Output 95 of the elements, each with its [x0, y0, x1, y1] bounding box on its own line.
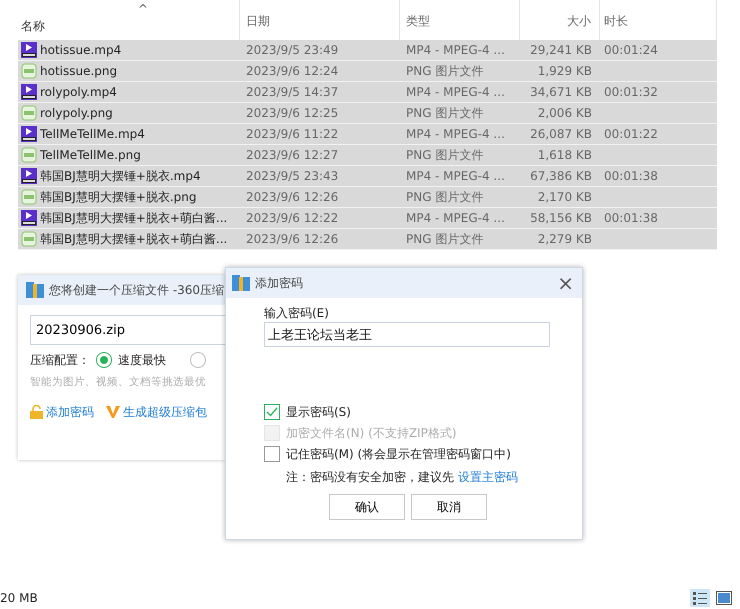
- file-size: 1,929 KB: [536, 63, 593, 80]
- file-type: MP4 - MPEG-4 ...: [405, 210, 506, 227]
- file-date: 2023/9/6 12:24: [245, 63, 340, 80]
- file-duration: 00:01:38: [604, 211, 658, 225]
- file-row[interactable]: TellMeTellMe.mp4 2023/9/6 11:22 MP4 - MPEG-4 ... 26,087 KB 00:01:22: [18, 124, 717, 145]
- large-icons-view-icon: [716, 591, 732, 605]
- file-type: MP4 - MPEG-4 ...: [405, 42, 506, 59]
- file-date: 2023/9/6 12:25: [245, 105, 340, 122]
- file-duration: 00:01:24: [604, 43, 658, 57]
- image-file-icon: [21, 231, 37, 247]
- file-date: 2023/9/6 12:26: [245, 189, 340, 206]
- checkbox-label: 加密文件名(N) (不支持ZIP格式): [286, 425, 457, 442]
- archive-icon: [232, 275, 250, 291]
- file-name: hotissue.png: [40, 63, 118, 80]
- file-type: PNG 图片文件: [405, 105, 484, 122]
- file-name: TellMeTellMe.mp4: [40, 126, 145, 143]
- archive-icon: [26, 282, 44, 298]
- checkbox[interactable]: [264, 446, 280, 462]
- file-size: 34,671 KB: [529, 84, 593, 101]
- file-size: 67,386 KB: [529, 168, 593, 185]
- file-row[interactable]: rolypoly.mp4 2023/9/5 14:37 MP4 - MPEG-4 ... 34,671 KB 00:01:32: [18, 82, 717, 103]
- file-name: TellMeTellMe.png: [40, 147, 141, 164]
- sort-arrow: ^: [138, 1, 148, 18]
- video-file-icon: [21, 84, 37, 100]
- file-row[interactable]: hotissue.mp4 2023/9/5 23:49 MP4 - MPEG-4 ... 29,241 KB 00:01:24: [18, 40, 717, 61]
- file-size: 1,618 KB: [536, 147, 593, 164]
- file-type: MP4 - MPEG-4 ...: [405, 168, 506, 185]
- lock-icon: [30, 404, 43, 419]
- video-file-icon: [21, 168, 37, 184]
- file-duration: 00:01:32: [604, 85, 658, 99]
- file-row[interactable]: TellMeTellMe.png 2023/9/6 12:27 PNG 图片文件 1,618 KB: [18, 145, 717, 166]
- v-logo-icon: [106, 404, 120, 419]
- file-row[interactable]: 韩国BJ慧明大摆锤+脱衣+萌白酱... 2023/9/6 12:22 MP4 - MPEG-4 ... 58,156 KB 00:01:38: [18, 208, 717, 229]
- file-name: 韩国BJ慧明大摆锤+脱衣.png: [40, 189, 196, 206]
- radio-label: 速度最快: [118, 352, 166, 369]
- password-field[interactable]: 上老王论坛当老王: [264, 322, 550, 347]
- file-size: 29,241 KB: [529, 42, 593, 59]
- video-file-icon: [21, 210, 37, 226]
- file-date: 2023/9/6 12:26: [245, 231, 340, 248]
- note-text: 注：密码没有安全加密，建议先: [286, 470, 455, 484]
- dialog-title: 添加密码: [255, 275, 304, 292]
- file-type: PNG 图片文件: [405, 63, 484, 80]
- file-duration: 00:01:22: [604, 127, 658, 141]
- file-type: MP4 - MPEG-4 ...: [405, 84, 506, 101]
- file-name: rolypoly.mp4: [40, 84, 117, 101]
- file-type: PNG 图片文件: [405, 189, 484, 206]
- file-date: 2023/9/6 12:27: [245, 147, 340, 164]
- file-date: 2023/9/5 14:37: [245, 84, 340, 101]
- config-label: 压缩配置：: [30, 352, 90, 369]
- file-size: 26,087 KB: [529, 126, 593, 143]
- checkbox-label: 显示密码(S): [286, 404, 351, 421]
- details-view-icon: [690, 589, 710, 607]
- file-size: 58,156 KB: [529, 210, 593, 227]
- file-duration: 00:01:38: [604, 169, 658, 183]
- file-name: 韩国BJ慧明大摆锤+脱衣+萌白酱...: [40, 210, 228, 227]
- file-row[interactable]: rolypoly.png 2023/9/6 12:25 PNG 图片文件 2,006 KB: [18, 103, 717, 124]
- file-type: MP4 - MPEG-4 ...: [405, 126, 506, 143]
- file-name: hotissue.mp4: [40, 42, 122, 59]
- dialog-link[interactable]: 添加密码: [46, 402, 94, 421]
- radio-button[interactable]: [96, 352, 112, 368]
- file-row[interactable]: hotissue.png 2023/9/6 12:24 PNG 图片文件 1,929 KB: [18, 61, 717, 82]
- video-file-icon: [21, 126, 37, 142]
- status-text: 20 MB: [0, 590, 39, 607]
- hint-text: 智能为图片、视频、文档等挑选最优: [30, 375, 206, 390]
- file-name: rolypoly.png: [40, 105, 113, 122]
- dialog-button[interactable]: 确认: [329, 494, 405, 520]
- field-label: 输入密码(E): [264, 305, 330, 322]
- image-file-icon: [21, 147, 37, 163]
- radio-button[interactable]: [190, 352, 206, 368]
- dialog-title: 您将创建一个压缩文件 -360压缩: [49, 282, 224, 299]
- file-size: 2,170 KB: [536, 189, 593, 206]
- image-file-icon: [21, 105, 37, 121]
- image-file-icon: [21, 63, 37, 79]
- file-size: 2,006 KB: [536, 105, 593, 122]
- file-type: PNG 图片文件: [405, 231, 484, 248]
- file-size: 2,279 KB: [536, 231, 593, 248]
- checkbox-label: 记住密码(M) (将会显示在管理密码窗口中): [286, 446, 511, 463]
- file-row[interactable]: 韩国BJ慧明大摆锤+脱衣.mp4 2023/9/5 23:43 MP4 - MPEG-4 ... 67,386 KB 00:01:38: [18, 166, 717, 187]
- video-file-icon: [21, 42, 37, 58]
- file-date: 2023/9/6 11:22: [245, 126, 340, 143]
- file-date: 2023/9/6 12:22: [245, 210, 340, 227]
- image-file-icon: [21, 189, 37, 205]
- file-type: PNG 图片文件: [405, 147, 484, 164]
- dialog-button[interactable]: 取消: [411, 494, 487, 520]
- filename-field[interactable]: 20230906.zip: [30, 315, 225, 345]
- file-name: 韩国BJ慧明大摆锤+脱衣+萌白酱...: [40, 231, 228, 248]
- close-button[interactable]: ×: [549, 273, 582, 293]
- file-date: 2023/9/5 23:49: [245, 42, 340, 59]
- set-master-password-link[interactable]: 设置主密码: [458, 470, 518, 484]
- file-name: 韩国BJ慧明大摆锤+脱衣.mp4: [40, 168, 201, 185]
- file-date: 2023/9/5 23:43: [245, 168, 340, 185]
- dialog-link[interactable]: 生成超级压缩包: [123, 402, 207, 421]
- checkbox[interactable]: [264, 404, 280, 420]
- file-row[interactable]: 韩国BJ慧明大摆锤+脱衣.png 2023/9/6 12:26 PNG 图片文件 2,170 KB: [18, 187, 717, 208]
- file-row[interactable]: 韩国BJ慧明大摆锤+脱衣+萌白酱... 2023/9/6 12:26 PNG 图片文件 2,279 KB: [18, 229, 717, 250]
